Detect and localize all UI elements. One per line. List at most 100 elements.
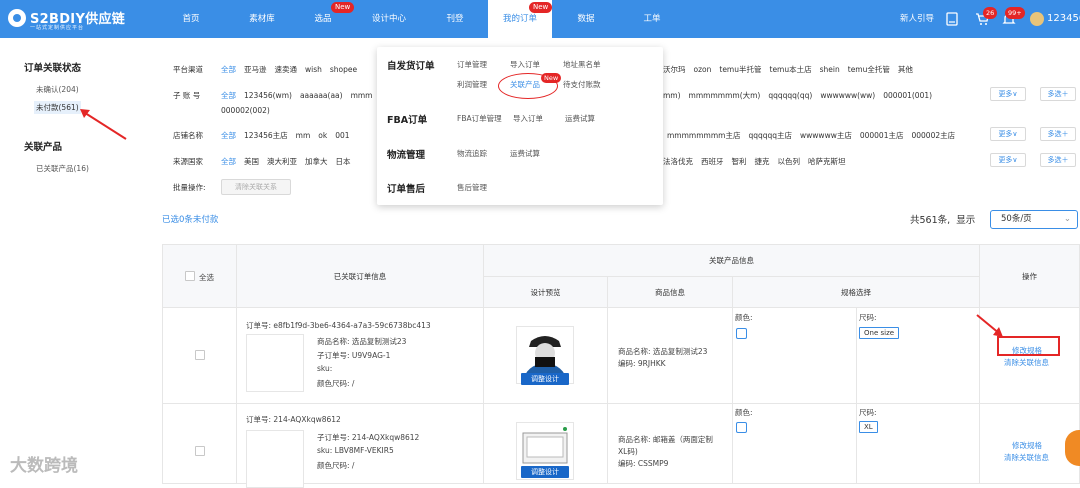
platform-opt-temu-full[interactable]: temu全托管 <box>848 65 890 74</box>
product-code: 编码: 9RJHKK <box>618 359 666 368</box>
dd-order-manage[interactable]: 订单管理 <box>457 59 487 70</box>
sidebar-item-unconfirmed[interactable]: 未确认(204) <box>36 84 79 95</box>
clear-relation-link[interactable]: 清除关联信息 <box>1004 452 1049 463</box>
dd-import-order[interactable]: 导入订单 <box>510 59 540 70</box>
order-product-name: 商品名称: 选品复制测试23 <box>317 337 407 346</box>
country-opt[interactable]: 美国 <box>244 157 259 166</box>
account-opt[interactable]: 000002(002) <box>221 106 270 115</box>
select-all-checkbox[interactable] <box>185 271 195 281</box>
store-multi-select-button[interactable]: 多选＋ <box>1040 127 1076 141</box>
account-more-button[interactable]: 更多∨ <box>990 87 1026 101</box>
dd-logistics-track[interactable]: 物流追踪 <box>457 148 487 159</box>
clear-relation-link[interactable]: 清除关联信息 <box>1004 357 1049 368</box>
store-opt[interactable]: 001 <box>335 131 349 140</box>
color-option[interactable] <box>736 328 747 339</box>
color-option[interactable] <box>736 422 747 433</box>
country-opt[interactable]: 法洛伐克 <box>663 157 693 166</box>
nav-data[interactable]: 数据 <box>570 0 602 38</box>
platform-opt-shopee[interactable]: shopee <box>330 65 357 74</box>
country-opt[interactable]: 西班牙 <box>701 157 724 166</box>
nav-selection-new-badge: New <box>331 2 355 13</box>
store-opt[interactable]: 000002主店 <box>911 131 955 140</box>
store-opt[interactable]: wwwwww主店 <box>800 131 852 140</box>
platform-opt-aliexpress[interactable]: 速卖通 <box>275 65 298 74</box>
platform-opt-shein[interactable]: shein <box>820 65 840 74</box>
dd-address-blacklist[interactable]: 地址黑名单 <box>563 59 601 70</box>
platform-opt-temu-local[interactable]: temu本土店 <box>770 65 812 74</box>
store-more-button[interactable]: 更多∨ <box>990 127 1026 141</box>
adjust-design-button[interactable]: 调整设计 <box>521 466 569 478</box>
dd-fba-freight[interactable]: 运费试算 <box>565 113 595 124</box>
dd-fba-order-manage[interactable]: FBA订单管理 <box>457 113 502 124</box>
platform-opt-temu-semi[interactable]: temu半托管 <box>719 65 761 74</box>
store-opt[interactable]: mm <box>296 131 311 140</box>
store-opt[interactable]: mmmmmmmm主店 <box>667 131 740 140</box>
row-checkbox[interactable] <box>195 350 205 360</box>
size-option[interactable]: XL <box>859 421 878 433</box>
nav-home[interactable]: 首页 <box>172 0 210 38</box>
color-size: 颜色尺码: / <box>317 461 355 470</box>
platform-opt-all[interactable]: 全部 <box>221 65 236 74</box>
dd-after-sales-manage[interactable]: 售后管理 <box>457 182 487 193</box>
store-opt[interactable]: 000001主店 <box>860 131 904 140</box>
platform-opt-amazon[interactable]: 亚马逊 <box>244 65 267 74</box>
dd-profit-manage[interactable]: 利润管理 <box>457 79 487 90</box>
sidebar-item-linked-products[interactable]: 已关联产品(16) <box>36 163 89 174</box>
platform-opt-other[interactable]: 其他 <box>898 65 913 74</box>
nav-design-center[interactable]: 设计中心 <box>364 0 414 38</box>
store-opt-all[interactable]: 全部 <box>221 131 236 140</box>
platform-opt-ozon[interactable]: ozon <box>694 65 712 74</box>
floating-help-button[interactable] <box>1065 430 1080 466</box>
store-opt[interactable]: qqqqqq主店 <box>748 131 792 140</box>
account-opt[interactable]: 123456(wm) <box>244 91 292 100</box>
dd-fba-import[interactable]: 导入订单 <box>513 113 543 124</box>
account-opt[interactable]: qqqqqq(qq) <box>768 91 812 100</box>
filter-country-options-right: 法洛伐克 西班牙 智利 捷克 以色列 哈萨克斯坦 <box>663 156 854 167</box>
country-multi-select-button[interactable]: 多选＋ <box>1040 153 1076 167</box>
modify-spec-link[interactable]: 修改规格 <box>1012 440 1042 451</box>
account-opt[interactable]: wwwwww(ww) <box>820 91 875 100</box>
platform-opt-wish[interactable]: wish <box>305 65 322 74</box>
dd-group-logistics: 物流管理 <box>387 150 426 161</box>
sidebar-item-unpaid[interactable]: 未付款(561) <box>34 101 81 114</box>
account-opt[interactable]: mmm <box>351 91 373 100</box>
book-icon[interactable] <box>945 12 959 26</box>
country-opt[interactable]: 智利 <box>732 157 747 166</box>
country-opt[interactable]: 以色列 <box>778 157 801 166</box>
header-operation: 操作 <box>980 245 1080 308</box>
clear-relation-button[interactable]: 清除关联关系 <box>221 179 291 195</box>
account-multi-select-button[interactable]: 多选＋ <box>1040 87 1076 101</box>
dd-group-after-sales: 订单售后 <box>387 184 426 195</box>
country-more-button[interactable]: 更多∨ <box>990 153 1026 167</box>
sidebar-title-order-status: 订单关联状态 <box>24 63 82 74</box>
account-opt[interactable]: mmmmmmm(大m) <box>689 91 761 100</box>
size-label: 尺码: <box>859 313 877 322</box>
country-opt[interactable]: 澳大利亚 <box>267 157 297 166</box>
page-size-select[interactable]: 50条/页 ⌄ <box>990 210 1078 229</box>
avatar[interactable] <box>1030 12 1044 26</box>
nav-listing[interactable]: 刊登 <box>436 0 474 38</box>
country-opt[interactable]: 哈萨克斯坦 <box>808 157 846 166</box>
size-option[interactable]: One size <box>859 327 900 339</box>
account-opt-all[interactable]: 全部 <box>221 91 236 100</box>
nav-ticket[interactable]: 工单 <box>636 0 668 38</box>
dd-logistics-freight[interactable]: 运费试算 <box>510 148 540 159</box>
username[interactable]: 123456 <box>1047 0 1080 38</box>
store-opt[interactable]: ok <box>318 131 327 140</box>
country-opt[interactable]: 捷克 <box>755 157 770 166</box>
row-checkbox[interactable] <box>195 446 205 456</box>
country-opt[interactable]: 日本 <box>336 157 351 166</box>
country-opt[interactable]: 加拿大 <box>305 157 328 166</box>
country-opt-all[interactable]: 全部 <box>221 157 236 166</box>
account-opt[interactable]: aaaaaa(aa) <box>300 91 343 100</box>
brand-logo[interactable]: S2BDIY供应链 一站式定制供应平台 <box>8 6 138 32</box>
account-opt[interactable]: 000001(001) <box>883 91 932 100</box>
batch-op-label: 批量操作: <box>173 183 206 192</box>
adjust-design-button[interactable]: 调整设计 <box>521 373 569 385</box>
guide-link[interactable]: 新人引导 <box>900 0 934 38</box>
account-opt[interactable]: mm) <box>663 91 681 100</box>
platform-opt-walmart[interactable]: 沃尔玛 <box>663 65 686 74</box>
dd-pending-payment[interactable]: 待支付账款 <box>563 79 601 90</box>
nav-material[interactable]: 素材库 <box>240 0 284 38</box>
store-opt[interactable]: 123456主店 <box>244 131 288 140</box>
